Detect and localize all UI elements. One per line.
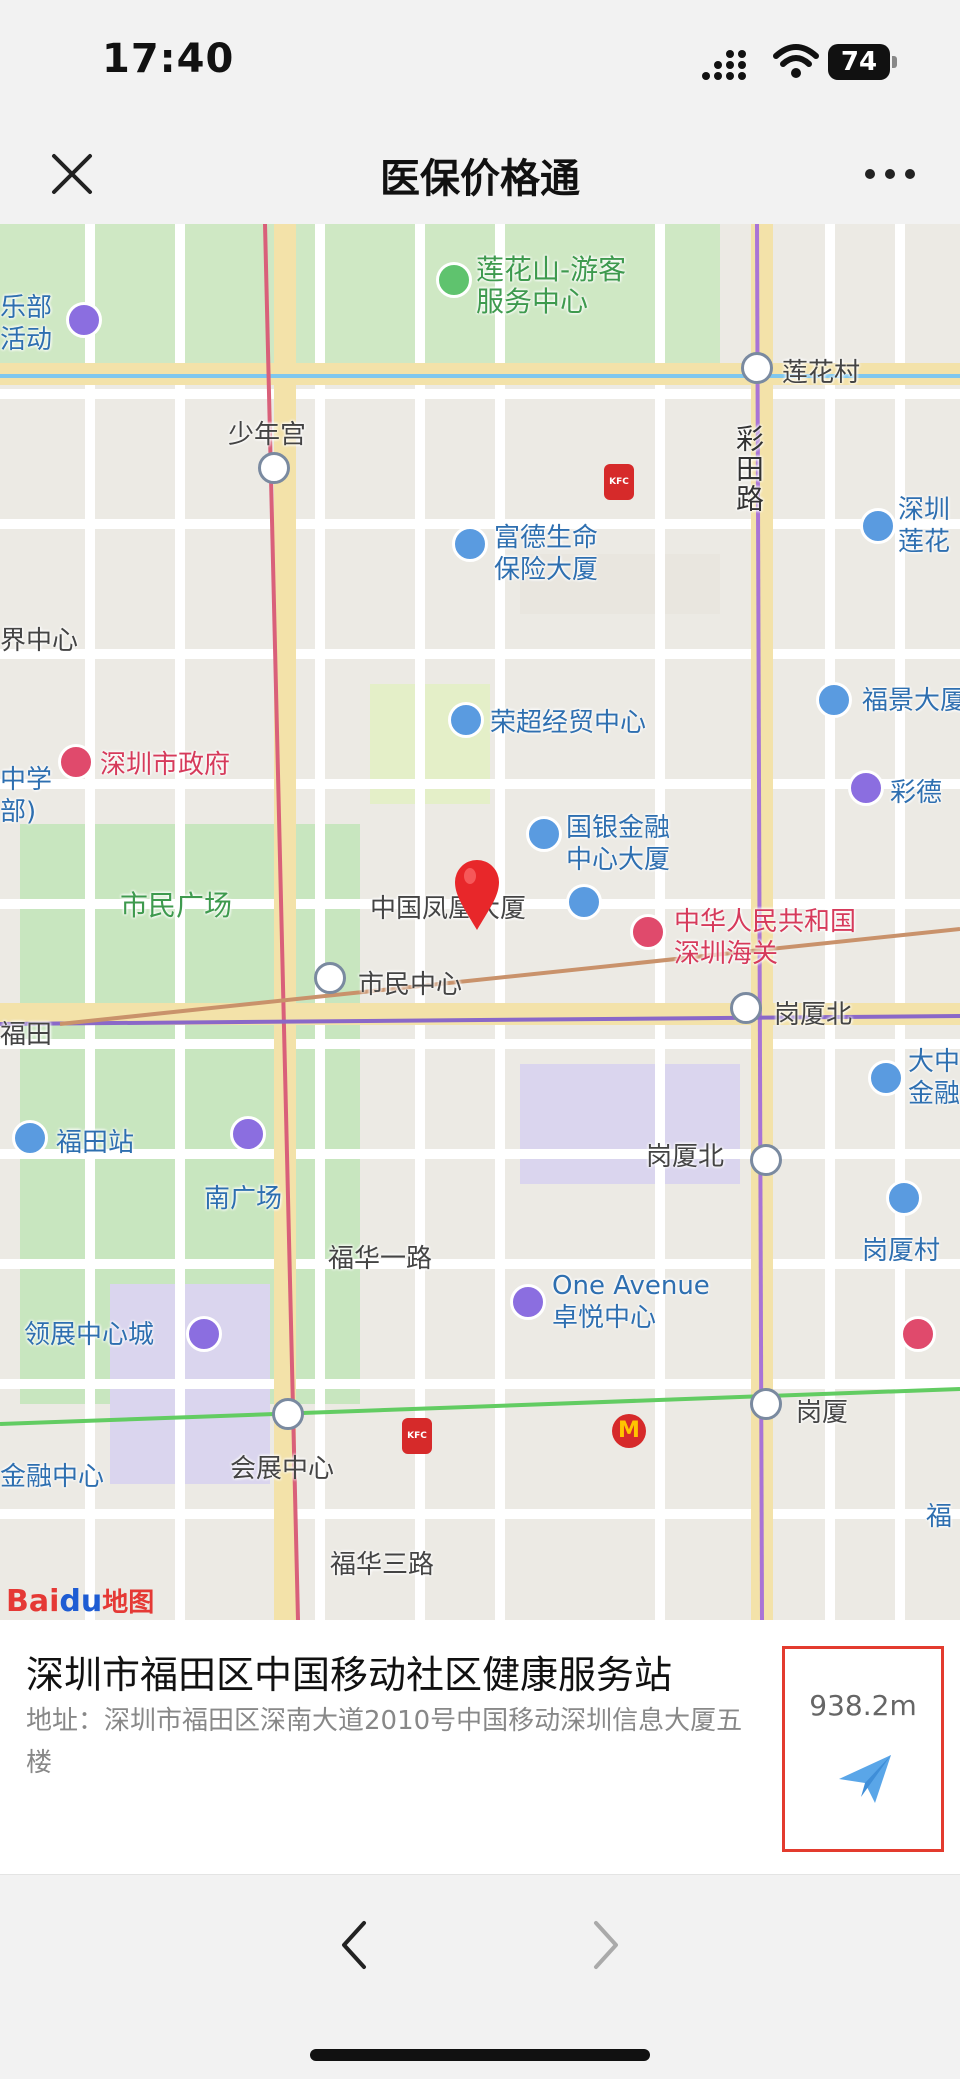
map-label-haiguan: 中华人民共和国 深圳海关: [674, 907, 857, 969]
metro-station-icon[interactable]: [272, 1398, 304, 1430]
metro-station-icon[interactable]: [741, 352, 773, 384]
metro-station-icon[interactable]: [258, 452, 290, 484]
office-building-icon[interactable]: [816, 682, 852, 718]
map-label-gangxiacun: 岗厦村: [862, 1236, 941, 1266]
nav-bar: 医保价格通: [0, 130, 960, 224]
navigation-arrow-icon: [839, 1755, 891, 1803]
office-building-icon[interactable]: [526, 816, 562, 852]
plaza-icon[interactable]: [230, 1116, 266, 1152]
place-name: 深圳市福田区中国移动社区健康服务站: [26, 1653, 673, 1697]
metro-station-icon[interactable]: [750, 1144, 782, 1176]
battery-level: 74: [828, 44, 890, 80]
map-label-caide: 彩德: [890, 778, 943, 808]
tourism-icon[interactable]: [860, 508, 896, 544]
map-label-nanguangchang: 南广场: [204, 1184, 283, 1214]
map-label-shiminzhongxin: 市民中心: [358, 970, 463, 1000]
map-label-lianhuacun: 莲花村: [782, 358, 861, 388]
cellular-signal-icon: [702, 50, 746, 80]
page-title: 医保价格通: [380, 156, 580, 202]
forward-arrow-icon: [594, 1921, 618, 1969]
map-label-huizhan: 会展中心: [230, 1454, 335, 1484]
map-label-fuhuasanlu: 福华三路: [330, 1550, 435, 1580]
customs-icon[interactable]: [630, 914, 666, 950]
map-label-futian: 福田: [0, 1020, 53, 1050]
status-bar: 17:40 74: [0, 0, 960, 130]
map-label-lingzhan: 领展中心城: [24, 1320, 155, 1350]
office-building-icon[interactable]: [868, 1060, 904, 1096]
map-label-lianhuashan: 莲花山-游客 服务中心: [476, 253, 627, 318]
poi-icon[interactable]: [900, 1316, 936, 1352]
map-label-fude: 富德生命 保险大厦: [494, 523, 599, 585]
map-label-oneavenue: One Avenue 卓悦中心: [552, 1271, 710, 1333]
map-label-guoyin: 国银金融 中心大厦: [566, 813, 671, 875]
park-visitor-center-icon[interactable]: [436, 262, 472, 298]
bottom-toolbar: [0, 1874, 960, 2079]
map-label-dazhong: 大中 金融: [908, 1047, 960, 1109]
map-label-gangxiabei-2: 岗厦北: [646, 1142, 725, 1172]
location-pin-icon[interactable]: [452, 858, 502, 932]
map-label-gangxia: 岗厦: [796, 1398, 849, 1428]
back-arrow-icon[interactable]: [330, 1915, 380, 1975]
home-indicator: [310, 2049, 650, 2061]
map-label-shiminguangchang: 市民广场: [120, 889, 233, 922]
map-view[interactable]: KFC KFC M 莲花山-游客 服务中心 乐部 活动 莲花村 少年宫 彩田路 …: [0, 224, 960, 1620]
more-options-icon[interactable]: [860, 154, 920, 194]
wifi-icon: [773, 44, 819, 78]
map-label-rongchao: 荣超经贸中心: [490, 708, 647, 738]
distance-label: 938.2m: [809, 1689, 917, 1722]
mcdonalds-icon[interactable]: M: [612, 1414, 646, 1448]
government-icon[interactable]: [58, 744, 94, 780]
railway-station-icon[interactable]: [12, 1120, 48, 1156]
map-label-fenghuang: 中国凤凰大厦: [370, 894, 527, 924]
metro-station-icon[interactable]: [750, 1388, 782, 1420]
map-label-shenzhen-lianhua: 深圳 莲花: [898, 495, 951, 557]
activity-icon[interactable]: [66, 302, 102, 338]
map-label-zhongxue: 中学 部): [0, 765, 53, 827]
map-label-jinrongzhongxin: 金融中心: [0, 1462, 105, 1492]
map-label-fu: 福: [926, 1502, 953, 1532]
status-time: 17:40: [102, 36, 235, 82]
map-label-fuhuayilu: 福华一路: [328, 1244, 433, 1274]
battery-icon: 74: [828, 44, 898, 82]
navigate-button[interactable]: 938.2m: [782, 1646, 944, 1852]
kfc-icon[interactable]: KFC: [402, 1418, 432, 1454]
map-label-jiezhongxin: 界中心: [0, 626, 79, 656]
shopping-icon[interactable]: [848, 770, 884, 806]
kfc-icon[interactable]: KFC: [604, 464, 634, 500]
place-address: 地址：深圳市福田区深南大道2010号中国移动深圳信息大厦五楼: [26, 1706, 743, 1778]
map-label-futianzhan: 福田站: [56, 1128, 135, 1158]
metro-station-icon[interactable]: [314, 962, 346, 994]
location-info-panel: 深圳市福田区中国移动社区健康服务站 地址：深圳市福田区深南大道2010号中国移动…: [0, 1620, 960, 1874]
office-building-icon[interactable]: [448, 702, 484, 738]
map-label-caitianlu: 彩田路: [732, 424, 765, 514]
shopping-icon[interactable]: [186, 1316, 222, 1352]
map-label-fujing: 福景大厦: [862, 686, 960, 716]
residential-icon[interactable]: [886, 1180, 922, 1216]
office-building-icon[interactable]: [452, 526, 488, 562]
map-label-lebu: 乐部 活动: [0, 293, 53, 355]
baidu-map-logo: Baidu地图: [6, 1584, 155, 1619]
map-label-shaoniangong: 少年宫: [228, 420, 307, 450]
office-building-icon[interactable]: [566, 884, 602, 920]
metro-station-icon[interactable]: [730, 992, 762, 1024]
map-label-zhengfu: 深圳市政府: [100, 750, 231, 780]
map-label-gangxiabei-1: 岗厦北: [774, 1000, 853, 1030]
shopping-icon[interactable]: [510, 1284, 546, 1320]
